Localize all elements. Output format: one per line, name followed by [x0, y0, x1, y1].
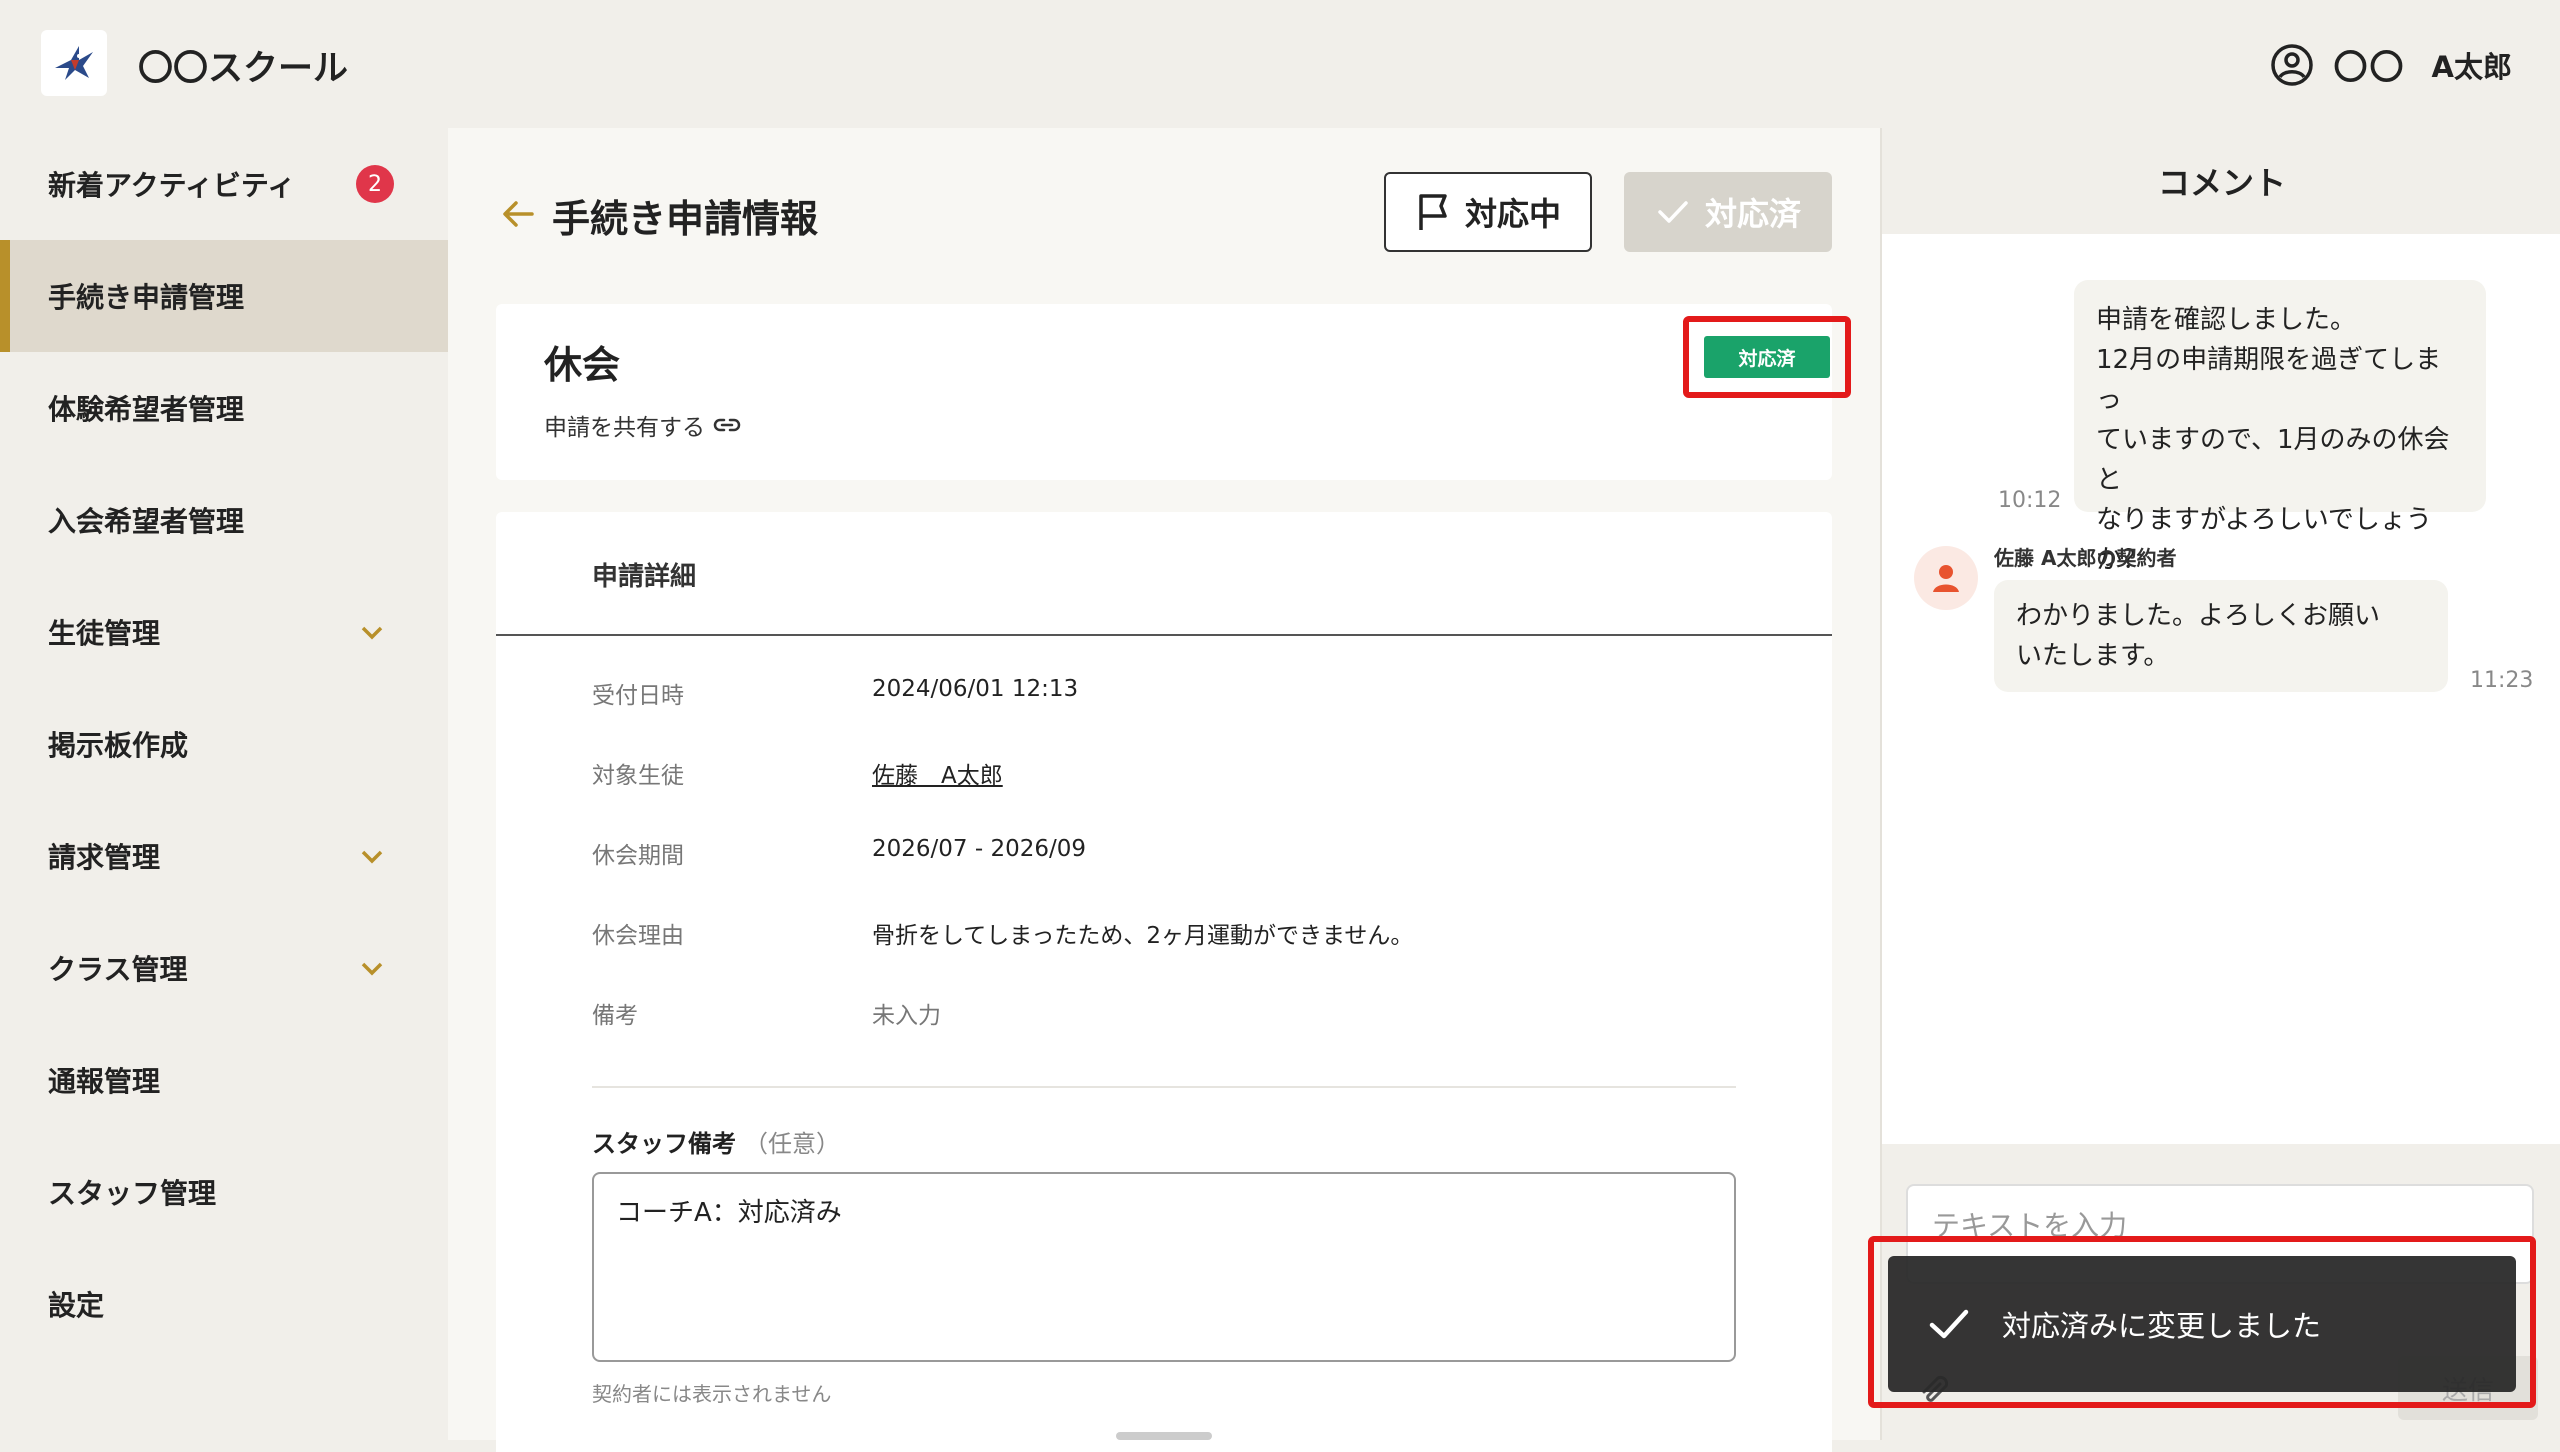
school-logo[interactable] — [41, 30, 107, 96]
chevron-down-icon — [361, 850, 383, 864]
sidebar-item-label: 設定 — [48, 1289, 105, 1322]
bird-logo-icon — [55, 46, 93, 80]
message-time: 11:23 — [2470, 668, 2534, 693]
message-line: わかりました。よろしくお願い — [2016, 601, 2381, 631]
sidebar-item-enrollment-applicants[interactable]: 入会希望者管理 — [0, 464, 448, 576]
mark-done-button[interactable]: 対応済 — [1624, 172, 1832, 252]
sidebar-item-bulletin-board[interactable]: 掲示板作成 — [0, 688, 448, 800]
user-name: A太郎 — [2431, 49, 2512, 84]
user-menu[interactable]: 〇〇 A太郎 — [2270, 40, 2512, 89]
staff-note-hint: 契約者には表示されません — [592, 1382, 832, 1406]
sidebar-item-staff[interactable]: スタッフ管理 — [0, 1136, 448, 1248]
success-toast: 対応済みに変更しました — [1888, 1256, 2516, 1392]
mark-in-progress-button[interactable]: 対応中 — [1384, 172, 1592, 252]
section-title: 申請詳細 — [592, 562, 697, 592]
leave-reason-value: 骨折をしてしまったため、2ヶ月運動ができません。 — [872, 923, 1414, 949]
user-prefix: 〇〇 — [2333, 48, 2406, 88]
received-at-label: 受付日時 — [592, 683, 684, 709]
message-sender: 佐藤 A太郎の契約者 — [1994, 546, 2177, 570]
share-label: 申請を共有する — [544, 415, 705, 441]
sidebar-item-reports[interactable]: 通報管理 — [0, 1024, 448, 1136]
notification-badge: 2 — [356, 165, 394, 203]
request-type: 休会 — [544, 343, 621, 387]
leave-reason-label: 休会理由 — [592, 923, 684, 949]
optional-tag: （任意） — [744, 1130, 840, 1158]
section-divider — [496, 634, 1832, 636]
toast-message: 対応済みに変更しました — [2002, 1309, 2322, 1343]
sidebar-item-procedure-requests[interactable]: 手続き申請管理 — [0, 240, 448, 352]
sidebar-item-trial-applicants[interactable]: 体験希望者管理 — [0, 352, 448, 464]
message-line: 12月の申請期限を過ぎてしまっ — [2096, 345, 2442, 415]
sidebar: 新着アクティビティ 2 手続き申請管理 体験希望者管理 入会希望者管理 生徒管理… — [0, 128, 448, 1440]
student-label: 対象生徒 — [592, 763, 684, 789]
button-label: 対応済 — [1704, 195, 1801, 233]
message-line: なりますがよろしいでしょう — [2096, 505, 2432, 535]
received-at-value: 2024/06/01 12:13 — [872, 676, 1079, 702]
sidebar-item-label: 請求管理 — [48, 841, 161, 874]
sidebar-item-students[interactable]: 生徒管理 — [0, 576, 448, 688]
message-line: ていますので、1月のみの休会と — [2096, 425, 2450, 495]
message-time: 10:12 — [1998, 488, 2062, 513]
sidebar-item-label: 体験希望者管理 — [48, 393, 245, 426]
status-highlight: 対応済 — [1683, 316, 1851, 398]
sidebar-item-label: 手続き申請管理 — [48, 281, 245, 314]
sidebar-item-billing[interactable]: 請求管理 — [0, 800, 448, 912]
message-line: いたします。 — [2016, 641, 2170, 671]
user-message-bubble: わかりました。よろしくお願い いたします。 — [1994, 580, 2448, 692]
staff-note-textarea[interactable]: コーチA：対応済み — [592, 1172, 1736, 1362]
flag-icon — [1419, 194, 1447, 230]
message-line: 申請を確認しました。 — [2096, 305, 2357, 335]
chevron-down-icon — [361, 626, 383, 640]
sidebar-item-label: 掲示板作成 — [48, 729, 189, 762]
request-detail-card: 申請詳細 受付日時 2024/06/01 12:13 対象生徒 佐藤 A太郎 休… — [496, 512, 1832, 1452]
school-name: 〇〇スクール — [138, 49, 349, 89]
comments-title: コメント — [1882, 128, 2560, 234]
share-request-link[interactable]: 申請を共有する — [544, 408, 741, 442]
sidebar-item-label: 新着アクティビティ — [48, 169, 296, 202]
sidebar-item-settings[interactable]: 設定 — [0, 1248, 448, 1360]
person-icon — [1933, 565, 1959, 592]
leave-period-value: 2026/07 - 2026/09 — [872, 836, 1087, 862]
app-header: 〇〇スクール 〇〇 A太郎 — [0, 0, 2560, 128]
check-icon — [1658, 201, 1688, 223]
main-content: 手続き申請情報 対応中 対応済 休会 申請を共有する 対応済 申請詳細 受付日時… — [448, 128, 1880, 1452]
sidebar-item-new-activity[interactable]: 新着アクティビティ 2 — [0, 128, 448, 240]
back-arrow-icon[interactable] — [500, 196, 536, 232]
sidebar-item-label: 入会希望者管理 — [48, 505, 245, 538]
account-circle-icon — [2270, 43, 2313, 86]
button-label: 対応中 — [1464, 195, 1561, 233]
sidebar-item-label: クラス管理 — [48, 953, 188, 986]
sidebar-item-classes[interactable]: クラス管理 — [0, 912, 448, 1024]
check-icon — [1929, 1309, 1969, 1339]
sidebar-item-label: 生徒管理 — [48, 617, 161, 650]
student-link[interactable]: 佐藤 A太郎 — [872, 756, 1003, 790]
staff-message-bubble: 申請を確認しました。 12月の申請期限を過ぎてしまっ ていますので、1月のみの休… — [2074, 280, 2486, 575]
remarks-label: 備考 — [592, 1003, 638, 1029]
sidebar-item-label: スタッフ管理 — [48, 1177, 217, 1210]
sidebar-item-label: 通報管理 — [48, 1065, 161, 1098]
remarks-value: 未入力 — [872, 1003, 941, 1029]
scroll-indicator — [1116, 1432, 1212, 1440]
chevron-down-icon — [361, 962, 383, 976]
staff-note-label: スタッフ備考 （任意） — [592, 1124, 840, 1159]
leave-period-label: 休会期間 — [592, 843, 684, 869]
avatar — [1914, 546, 1978, 610]
request-summary-card: 休会 申請を共有する 対応済 — [496, 304, 1851, 480]
page-title: 手続き申請情報 — [552, 197, 819, 241]
status-badge: 対応済 — [1704, 336, 1830, 378]
divider — [592, 1086, 1736, 1088]
link-icon — [713, 418, 741, 432]
staff-note-title: スタッフ備考 — [592, 1130, 736, 1158]
